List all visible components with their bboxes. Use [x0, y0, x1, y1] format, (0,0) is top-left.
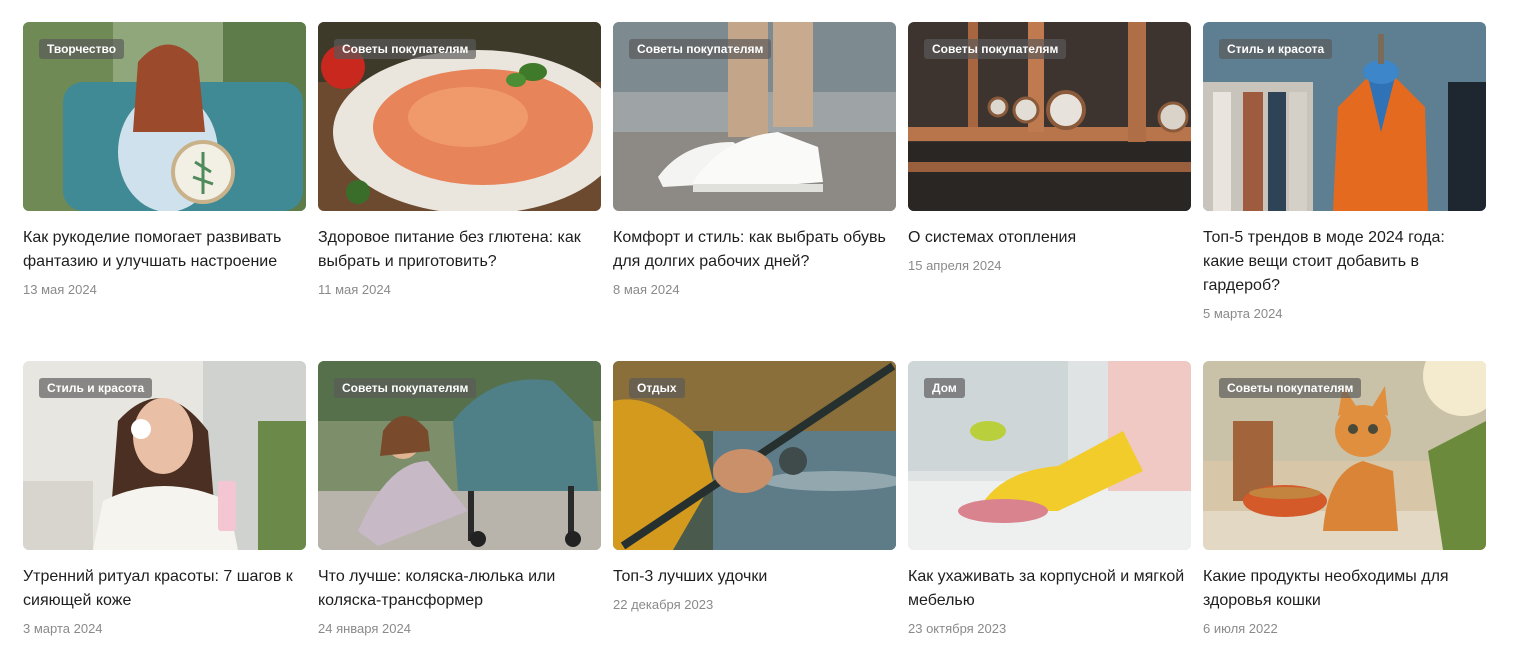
article-date: 3 марта 2024 — [23, 621, 103, 636]
category-badge[interactable]: Отдых — [629, 378, 685, 398]
article-card[interactable]: Стиль и красота Топ-5 трендов в моде 202… — [1203, 22, 1486, 361]
article-thumbnail[interactable]: Советы покупателям — [318, 361, 601, 550]
article-title[interactable]: Утренний ритуал красоты: 7 шагов к сияющ… — [23, 565, 306, 613]
article-date: 11 мая 2024 — [318, 282, 391, 297]
article-date: 6 июля 2022 — [1203, 621, 1278, 636]
article-date: 23 октября 2023 — [908, 621, 1007, 636]
article-card[interactable]: Советы покупателям Какие продукты необхо… — [1203, 361, 1486, 655]
article-title[interactable]: Что лучше: коляска-люлька или коляска-тр… — [318, 565, 601, 613]
article-title[interactable]: Какие продукты необходимы для здоровья к… — [1203, 565, 1486, 613]
article-date: 24 января 2024 — [318, 621, 411, 636]
article-thumbnail[interactable]: Советы покупателям — [1203, 361, 1486, 550]
category-badge[interactable]: Советы покупателям — [924, 39, 1067, 59]
category-badge[interactable]: Дом — [924, 378, 965, 398]
article-title[interactable]: О системах отопления — [908, 226, 1191, 250]
article-card[interactable]: Отдых Топ-3 лучших удочки 22 декабря 202… — [613, 361, 896, 655]
articles-grid: Творчество Как рукоделие помогает развив… — [23, 22, 1486, 655]
article-card[interactable]: Дом Как ухаживать за корпусной и мягкой … — [908, 361, 1191, 655]
article-thumbnail[interactable]: Творчество — [23, 22, 306, 211]
category-badge[interactable]: Советы покупателям — [334, 39, 477, 59]
article-thumbnail[interactable]: Советы покупателям — [318, 22, 601, 211]
category-badge[interactable]: Стиль и красота — [39, 378, 153, 398]
article-card[interactable]: Советы покупателям Что лучше: коляска-лю… — [318, 361, 601, 655]
article-card[interactable]: Советы покупателям Комфорт и стиль: как … — [613, 22, 896, 361]
article-date: 8 мая 2024 — [613, 282, 680, 297]
article-date: 13 мая 2024 — [23, 282, 97, 297]
article-thumbnail[interactable]: Советы покупателям — [908, 22, 1191, 211]
article-card[interactable]: Советы покупателям Здоровое питание без … — [318, 22, 601, 361]
article-date: 22 декабря 2023 — [613, 597, 714, 612]
category-badge[interactable]: Стиль и красота — [1219, 39, 1333, 59]
article-card[interactable]: Творчество Как рукоделие помогает развив… — [23, 22, 306, 361]
article-card[interactable]: Стиль и красота Утренний ритуал красоты:… — [23, 361, 306, 655]
article-thumbnail[interactable]: Отдых — [613, 361, 896, 550]
article-title[interactable]: Топ-3 лучших удочки — [613, 565, 896, 589]
category-badge[interactable]: Советы покупателям — [1219, 378, 1362, 398]
article-title[interactable]: Топ-5 трендов в моде 2024 года: какие ве… — [1203, 226, 1486, 298]
category-badge[interactable]: Творчество — [39, 39, 125, 59]
article-thumbnail[interactable]: Стиль и красота — [1203, 22, 1486, 211]
article-date: 15 апреля 2024 — [908, 258, 1002, 273]
article-title[interactable]: Здоровое питание без глютена: как выбрат… — [318, 226, 601, 274]
article-thumbnail[interactable]: Дом — [908, 361, 1191, 550]
article-title[interactable]: Как рукоделие помогает развивать фантази… — [23, 226, 306, 274]
category-badge[interactable]: Советы покупателям — [334, 378, 477, 398]
article-date: 5 марта 2024 — [1203, 306, 1283, 321]
article-thumbnail[interactable]: Советы покупателям — [613, 22, 896, 211]
category-badge[interactable]: Советы покупателям — [629, 39, 772, 59]
article-thumbnail[interactable]: Стиль и красота — [23, 361, 306, 550]
article-title[interactable]: Как ухаживать за корпусной и мягкой мебе… — [908, 565, 1191, 613]
article-card[interactable]: Советы покупателям О системах отопления … — [908, 22, 1191, 361]
article-title[interactable]: Комфорт и стиль: как выбрать обувь для д… — [613, 226, 896, 274]
